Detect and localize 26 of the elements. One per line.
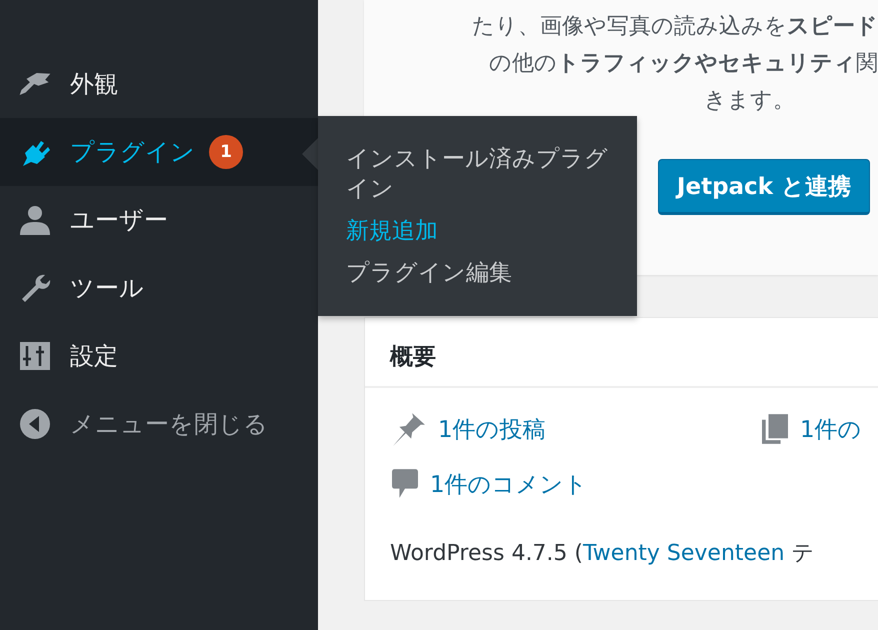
sidebar-item[interactable]: プラグイン 1 <box>0 118 318 186</box>
update-count-badge: 1 <box>209 135 243 169</box>
sidebar-item[interactable]: ユーザー <box>0 186 318 254</box>
description-text: の他のトラフィックやセキュリティ関 <box>489 50 878 78</box>
sidebar-item[interactable]: メニューを閉じる <box>0 390 318 458</box>
sidebar-item[interactable]: 設定 <box>0 322 318 390</box>
sidebar-item[interactable]: ツール <box>0 254 318 322</box>
description-text: きます。 <box>703 87 795 115</box>
stat-link[interactable]: 1件のコメント <box>430 468 588 500</box>
sliders-icon <box>18 342 52 370</box>
submenu-item[interactable]: プラグイン編集 <box>318 252 637 294</box>
user-icon <box>18 204 52 236</box>
stat-link[interactable]: 1件の <box>800 414 862 444</box>
description-text: たり、画像や写真の読み込みをスピード <box>472 13 878 41</box>
submenu-item[interactable]: インストール済みプラグイン <box>318 138 637 210</box>
submenu-item[interactable]: 新規追加 <box>318 210 637 252</box>
pages-icon <box>762 413 788 445</box>
comment-icon <box>392 468 418 500</box>
theme-link[interactable]: Twenty Seventeen <box>583 541 785 566</box>
connect-button[interactable]: Jetpack と連携 <box>658 159 870 215</box>
pin-icon <box>392 412 426 446</box>
stat-link[interactable]: 1件の投稿 <box>438 414 546 444</box>
sidebar-item[interactable]: 外観 <box>0 50 318 118</box>
card-title: 概要 <box>390 343 436 372</box>
collapse-icon <box>18 408 52 440</box>
version-text: WordPress 4.7.5 (Twenty Seventeen テ <box>390 540 816 568</box>
